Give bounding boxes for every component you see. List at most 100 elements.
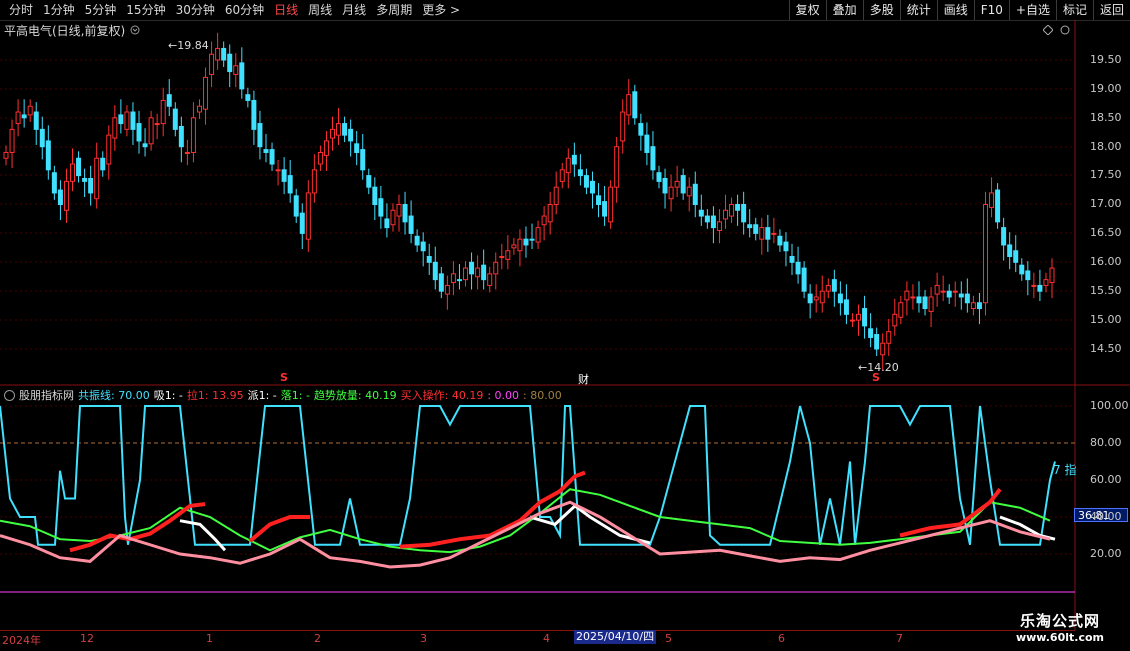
candle-body <box>305 192 311 240</box>
price-axis-label: 17.50 <box>1090 168 1122 181</box>
candle-body <box>1049 267 1055 284</box>
candle-body <box>747 224 753 229</box>
circle-icon[interactable] <box>1060 25 1070 35</box>
date-axis: 2024年 12 1 2 3 4 5 6 7 <box>0 630 1075 651</box>
candle-body <box>710 215 716 229</box>
candle-body <box>21 114 27 119</box>
candle-body <box>1001 227 1007 246</box>
candle-body <box>287 175 293 194</box>
candle-body <box>680 175 686 194</box>
legend-item-4: 落1: - <box>280 389 310 402</box>
date-label: 2024年 <box>2 634 41 647</box>
candle-body <box>825 284 831 292</box>
action-button-8[interactable]: 返回 <box>1092 0 1130 20</box>
candle-body <box>293 195 299 217</box>
candle-body <box>9 128 15 153</box>
candle-body <box>196 105 202 113</box>
date-label: 12 <box>80 632 94 645</box>
action-button-3[interactable]: 统计 <box>899 0 937 20</box>
candle-body <box>57 189 63 206</box>
period-tab-7[interactable]: 周线 <box>303 0 337 20</box>
period-tab-1[interactable]: 1分钟 <box>38 0 80 20</box>
candle-body <box>384 218 390 229</box>
candle-body <box>789 256 795 263</box>
action-button-6[interactable]: +自选 <box>1008 0 1056 20</box>
action-button-0[interactable]: 复权 <box>788 0 826 20</box>
candle-body <box>203 76 209 110</box>
candle-body <box>753 224 759 234</box>
period-tab-9[interactable]: 多周期 <box>371 0 417 20</box>
chart-title: 平高电气(日线,前复权) <box>4 24 126 38</box>
period-tab-3[interactable]: 15分钟 <box>121 0 170 20</box>
candle-body <box>783 241 789 252</box>
candle-body <box>227 53 233 73</box>
action-button-2[interactable]: 多股 <box>862 0 900 20</box>
candle-body <box>1013 250 1019 263</box>
date-label: 5 <box>665 632 672 645</box>
candle-body <box>511 244 517 249</box>
candle-body <box>668 186 674 200</box>
candle-body <box>27 105 33 116</box>
candle-body <box>729 204 735 217</box>
candle-body <box>1007 244 1013 258</box>
date-label: 4 <box>543 632 550 645</box>
price-axis-label: 18.50 <box>1090 111 1122 124</box>
candle-body <box>269 149 275 165</box>
candle-body <box>178 125 184 148</box>
candle-body <box>976 302 982 310</box>
watermark-title: 乐淘公式网 <box>1019 612 1100 630</box>
action-button-4[interactable]: 画线 <box>936 0 974 20</box>
period-tab-5[interactable]: 60分钟 <box>220 0 269 20</box>
candle-body <box>741 204 747 223</box>
watermark: 乐淘公式网 www.60lt.com <box>1016 610 1104 644</box>
candle-body <box>910 296 916 299</box>
candle-body <box>565 157 571 174</box>
period-tab-10[interactable]: 更多 > <box>417 0 465 20</box>
date-label: 7 <box>896 632 903 645</box>
candle-body <box>517 238 523 252</box>
candle-body <box>245 94 251 101</box>
candle-body <box>438 273 444 292</box>
period-tab-0[interactable]: 分时 <box>4 0 38 20</box>
action-button-5[interactable]: F10 <box>973 0 1009 20</box>
period-tab-8[interactable]: 月线 <box>337 0 371 20</box>
candle-body <box>469 261 475 275</box>
price-axis-label: 19.00 <box>1090 82 1122 95</box>
expand-icon[interactable] <box>130 25 140 35</box>
candle-body <box>535 227 541 243</box>
collapse-icon[interactable] <box>4 389 15 401</box>
legend-item-2: 拉1: 13.95 <box>186 389 244 402</box>
candle-body <box>39 128 45 148</box>
indicator-name[interactable]: 股朋指标网 <box>19 387 74 403</box>
candle-body <box>577 169 583 177</box>
candle-body <box>958 293 964 298</box>
candle-body <box>463 267 469 281</box>
period-tab-6[interactable]: 日线 <box>269 0 303 20</box>
candle-body <box>493 261 499 275</box>
legend-item-5: 趋势放量: 40.19 <box>313 389 397 402</box>
candle-body <box>329 128 335 139</box>
candle-body <box>662 177 668 194</box>
action-button-7[interactable]: 标记 <box>1055 0 1093 20</box>
candle-body <box>420 241 426 252</box>
period-tab-4[interactable]: 30分钟 <box>171 0 220 20</box>
candle-body <box>759 227 765 240</box>
candle-body <box>819 290 825 304</box>
candle-body <box>541 215 547 226</box>
candle-body <box>221 47 227 61</box>
candlestick-chart[interactable]: ←19.84←14.20 <box>0 20 1130 630</box>
candle-body <box>716 221 722 232</box>
candle-body <box>76 157 82 177</box>
candle-body <box>892 313 898 327</box>
candle-body <box>849 319 855 322</box>
candle-body <box>856 313 862 321</box>
candle-body <box>366 175 372 188</box>
candle-body <box>837 293 843 304</box>
candle-body <box>505 250 511 260</box>
candle-body <box>15 111 21 125</box>
period-tab-2[interactable]: 5分钟 <box>80 0 122 20</box>
action-button-1[interactable]: 叠加 <box>825 0 863 20</box>
candle-body <box>281 169 287 182</box>
diamond-icon[interactable] <box>1043 25 1053 35</box>
candle-body <box>106 134 112 165</box>
